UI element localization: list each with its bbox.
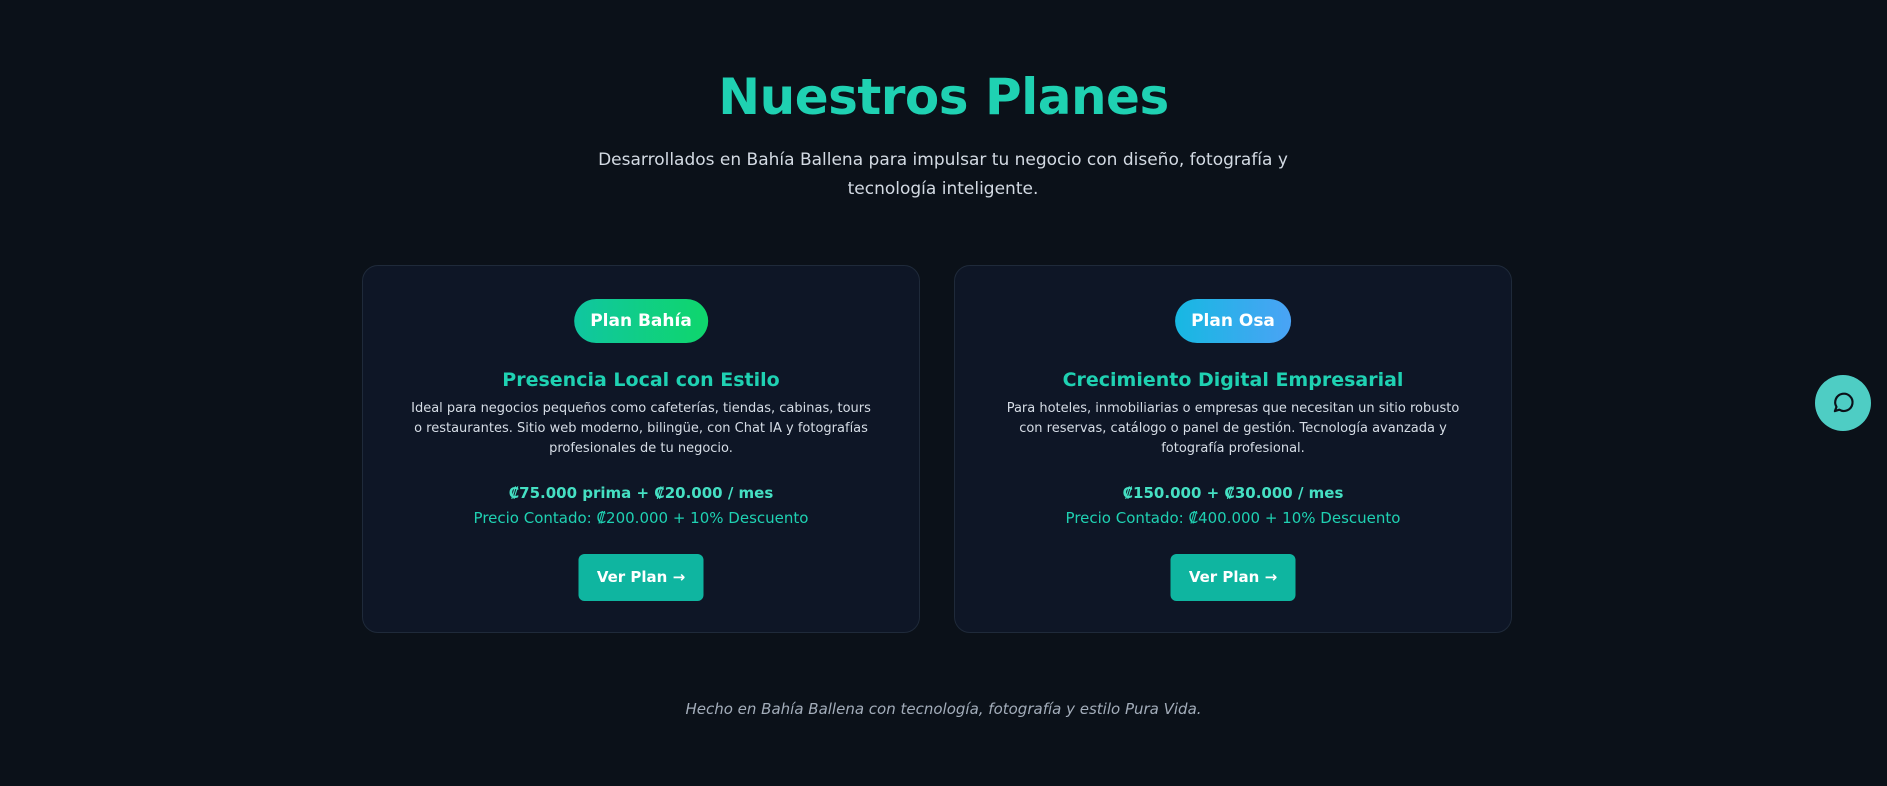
plan-card-bahia: Plan Bahía Presencia Local con Estilo Id… bbox=[362, 265, 920, 633]
plan-description-bahia: Ideal para negocios pequeños como cafete… bbox=[411, 401, 871, 456]
ver-plan-button-osa[interactable]: Ver Plan → bbox=[1170, 554, 1296, 601]
footer-text: Hecho en Bahía Ballena con tecnología, f… bbox=[685, 700, 1202, 718]
plan-badge-osa: Plan Osa bbox=[1175, 299, 1291, 343]
ver-plan-button-bahia[interactable]: Ver Plan → bbox=[578, 554, 704, 601]
page-title: Nuestros Planes bbox=[718, 68, 1169, 126]
plan-title-bahia: Presencia Local con Estilo bbox=[502, 369, 780, 391]
plan-description-osa: Para hoteles, inmobiliarias o empresas q… bbox=[1006, 401, 1460, 456]
chat-bubble-icon bbox=[1833, 392, 1854, 413]
plan-title-osa: Crecimiento Digital Empresarial bbox=[1062, 369, 1404, 391]
plan-cash-price-osa: Precio Contado: ₡400.000 + 10% Descuento bbox=[1065, 509, 1401, 527]
plan-price-bahia: ₡75.000 prima + ₡20.000 / mes bbox=[508, 484, 774, 502]
plan-card-osa: Plan Osa Crecimiento Digital Empresarial… bbox=[954, 265, 1512, 633]
plans-page: Nuestros Planes Desarrollados en Bahía B… bbox=[0, 0, 1887, 786]
plan-price-osa: ₡150.000 + ₡30.000 / mes bbox=[1122, 484, 1344, 502]
plan-cash-price-bahia: Precio Contado: ₡200.000 + 10% Descuento bbox=[473, 509, 809, 527]
chat-button[interactable] bbox=[1815, 375, 1871, 431]
plan-badge-bahia: Plan Bahía bbox=[574, 299, 708, 343]
page-subtitle: Desarrollados en Bahía Ballena para impu… bbox=[598, 150, 1288, 199]
